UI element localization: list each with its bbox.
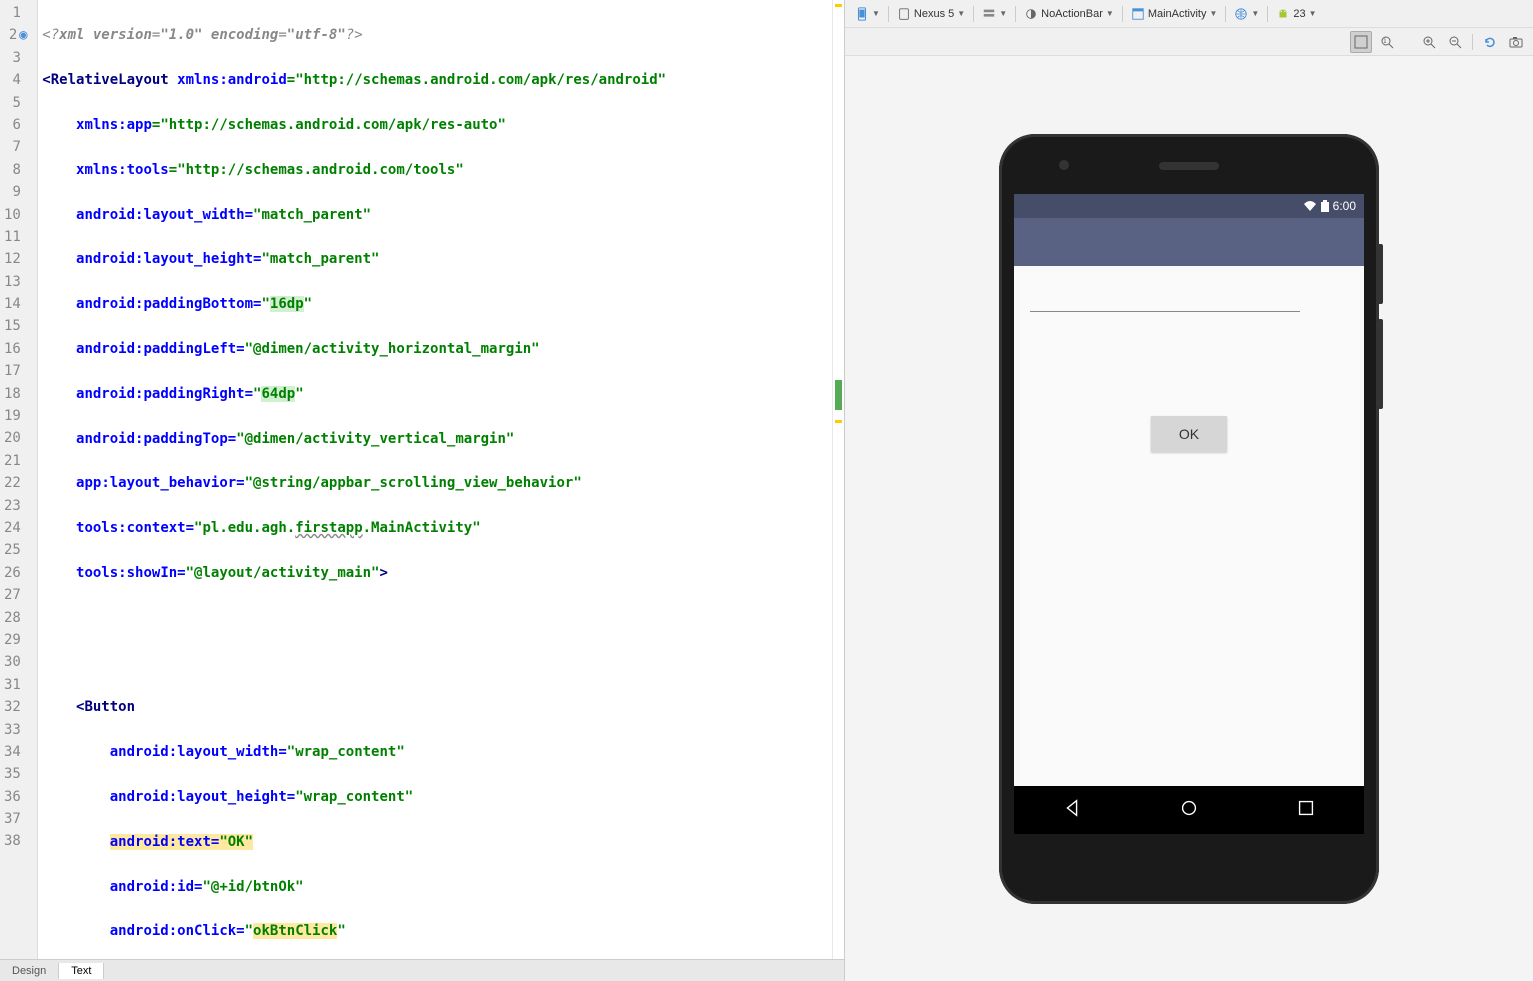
- change-marker[interactable]: [835, 380, 842, 410]
- editor-bottom-tabs: Design Text: [0, 959, 844, 981]
- chevron-down-icon: ▼: [957, 9, 965, 18]
- preview-toolbar-2: 1: [845, 28, 1533, 56]
- phone-side-button: [1379, 319, 1383, 409]
- refresh-button[interactable]: [1479, 31, 1501, 53]
- edit-text-field[interactable]: [1030, 286, 1300, 312]
- status-bar: 6:00: [1014, 194, 1364, 218]
- wifi-icon: [1303, 200, 1317, 212]
- zoom-out-button[interactable]: [1444, 31, 1466, 53]
- right-gutter: [832, 0, 844, 959]
- warning-marker[interactable]: [835, 4, 842, 7]
- screen-content: OK: [1014, 266, 1364, 786]
- chevron-down-icon: ▼: [872, 9, 880, 18]
- chevron-down-icon: ▼: [1309, 9, 1317, 18]
- phone-icon: [855, 7, 869, 21]
- tab-text[interactable]: Text: [59, 963, 104, 979]
- activity-dropdown[interactable]: MainActivity ▼: [1127, 5, 1222, 23]
- preview-toolbar: ▼ Nexus 5 ▼ ▼ NoActionBar ▼ MainActivity…: [845, 0, 1533, 28]
- phone-speaker: [1159, 162, 1219, 170]
- ok-button[interactable]: OK: [1151, 416, 1227, 452]
- zoom-in-icon: [1422, 35, 1436, 49]
- chevron-down-icon: ▼: [1210, 9, 1218, 18]
- zoom-in-button[interactable]: [1418, 31, 1440, 53]
- battery-icon: [1321, 200, 1329, 212]
- chevron-down-icon: ▼: [1106, 9, 1114, 18]
- nav-home-button[interactable]: [1178, 797, 1200, 823]
- nav-back-button[interactable]: [1061, 797, 1083, 823]
- code-text[interactable]: <?xml version="1.0" encoding="utf-8"?> <…: [38, 0, 832, 959]
- config-dropdown[interactable]: ▼: [978, 5, 1011, 23]
- chevron-down-icon: ▼: [999, 9, 1007, 18]
- svg-text:1: 1: [1383, 38, 1387, 45]
- warning-marker[interactable]: [835, 420, 842, 423]
- phone-side-button: [1379, 244, 1383, 304]
- app-bar: [1014, 218, 1364, 266]
- nav-bar: [1014, 786, 1364, 834]
- globe-icon: [1234, 7, 1248, 21]
- device-dropdown[interactable]: Nexus 5 ▼: [893, 5, 969, 23]
- android-icon: [1276, 7, 1290, 21]
- status-time: 6:00: [1333, 199, 1356, 213]
- viewport-button[interactable]: [1350, 31, 1372, 53]
- zoom-out-icon: [1448, 35, 1462, 49]
- preview-pane: ▼ Nexus 5 ▼ ▼ NoActionBar ▼ MainActivity…: [845, 0, 1533, 981]
- zoom-fit-button[interactable]: 1: [1376, 31, 1398, 53]
- nav-recent-button[interactable]: [1295, 797, 1317, 823]
- locale-dropdown[interactable]: ▼: [1230, 5, 1263, 23]
- device-area: 6:00 OK: [845, 56, 1533, 981]
- camera-icon: [1509, 35, 1523, 49]
- zoom-fit-icon: 1: [1380, 35, 1394, 49]
- orientation-dropdown[interactable]: ▼: [851, 5, 884, 23]
- config-icon: [982, 7, 996, 21]
- line-gutter: 1 2◉3 4 5 6 7 8 9 10 11 12 13 14 15 16 1…: [0, 0, 38, 959]
- device-icon: [897, 7, 911, 21]
- device-frame: 6:00 OK: [999, 134, 1379, 904]
- screenshot-button[interactable]: [1505, 31, 1527, 53]
- viewport-icon: [1354, 35, 1368, 49]
- api-dropdown[interactable]: 23 ▼: [1272, 5, 1320, 23]
- theme-dropdown[interactable]: NoActionBar ▼: [1020, 5, 1118, 23]
- recent-icon: [1295, 797, 1317, 819]
- back-icon: [1061, 797, 1083, 819]
- chevron-down-icon: ▼: [1251, 9, 1259, 18]
- phone-camera: [1059, 160, 1069, 170]
- code-area[interactable]: 1 2◉3 4 5 6 7 8 9 10 11 12 13 14 15 16 1…: [0, 0, 844, 959]
- home-icon: [1178, 797, 1200, 819]
- activity-icon: [1131, 7, 1145, 21]
- tab-design[interactable]: Design: [0, 963, 59, 979]
- editor-pane: 1 2◉3 4 5 6 7 8 9 10 11 12 13 14 15 16 1…: [0, 0, 845, 981]
- device-screen[interactable]: 6:00 OK: [1014, 194, 1364, 834]
- theme-icon: [1024, 7, 1038, 21]
- refresh-icon: [1483, 35, 1497, 49]
